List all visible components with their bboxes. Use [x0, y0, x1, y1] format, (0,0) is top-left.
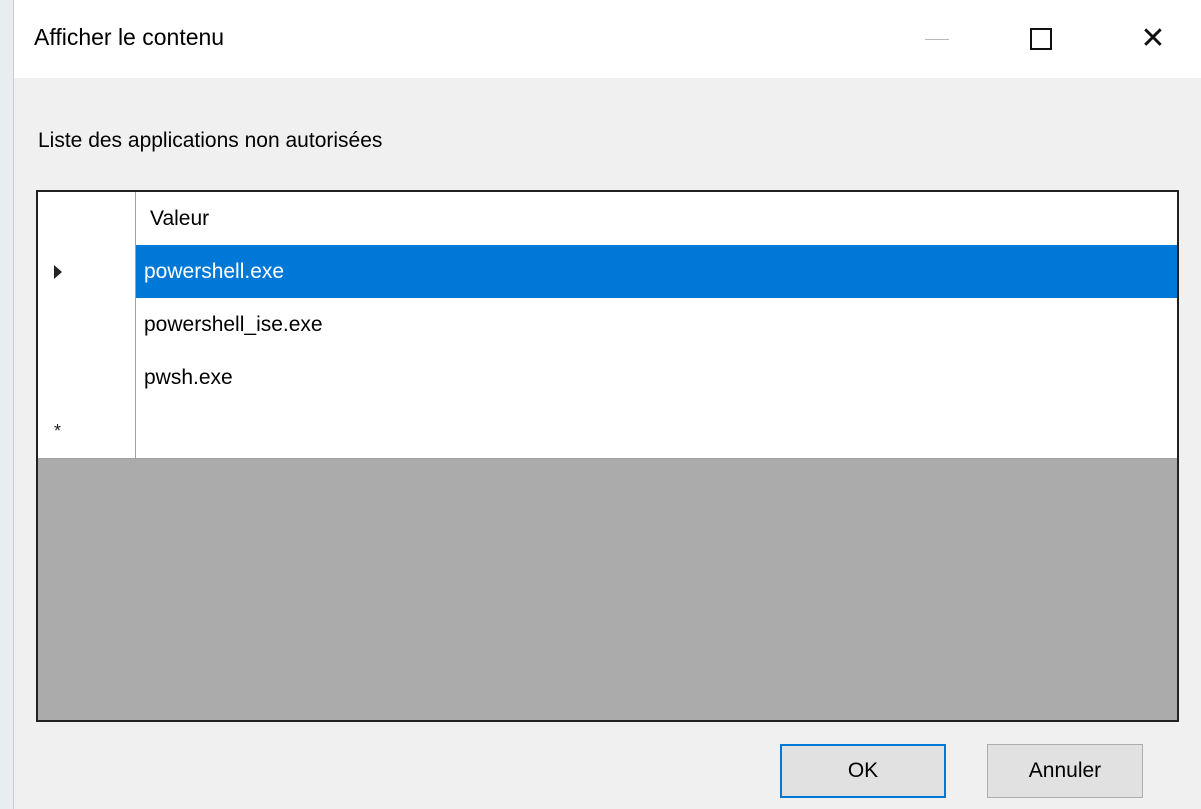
row-header-cell[interactable] [38, 351, 136, 406]
maximize-button[interactable] [1006, 0, 1076, 78]
title-bar[interactable]: Afficher le contenu ✕ [14, 0, 1201, 78]
data-grid[interactable]: Valeur powershell.exe powershell_ise.exe… [36, 190, 1179, 722]
top-left-header-cell[interactable] [38, 192, 136, 247]
grid-cell-value[interactable]: pwsh.exe [136, 351, 1177, 406]
current-row-arrow-icon [54, 265, 62, 279]
grid-row[interactable]: powershell_ise.exe [38, 298, 1177, 353]
grid-cell-value[interactable] [136, 404, 1177, 459]
background-desktop [0, 0, 14, 809]
minimize-icon [925, 38, 949, 40]
grid-cell-value[interactable]: powershell.exe [136, 245, 1177, 300]
grid-row[interactable]: powershell.exe [38, 245, 1177, 300]
window-title: Afficher le contenu [34, 24, 225, 50]
grid-new-row[interactable]: * [38, 404, 1177, 459]
row-header-cell[interactable] [38, 245, 136, 300]
new-row-asterisk-icon: * [54, 421, 62, 441]
row-header-cell[interactable]: * [38, 404, 136, 459]
grid-cell-value[interactable]: powershell_ise.exe [136, 298, 1177, 353]
dialog-window: Afficher le contenu ✕ Liste des applicat… [14, 0, 1201, 809]
grid-rows-area: Valeur powershell.exe powershell_ise.exe… [38, 192, 1177, 459]
cancel-button[interactable]: Annuler [987, 744, 1143, 798]
maximize-icon [1030, 28, 1052, 50]
list-label: Liste des applications non autorisées [38, 129, 383, 152]
grid-row[interactable]: pwsh.exe [38, 351, 1177, 406]
close-icon: ✕ [1140, 22, 1166, 55]
close-button[interactable]: ✕ [1118, 0, 1188, 78]
column-header-valeur[interactable]: Valeur [136, 192, 1177, 247]
ok-button[interactable]: OK [780, 744, 946, 798]
grid-header-row: Valeur [38, 192, 1177, 247]
row-header-cell[interactable] [38, 298, 136, 353]
minimize-button[interactable] [902, 0, 972, 78]
